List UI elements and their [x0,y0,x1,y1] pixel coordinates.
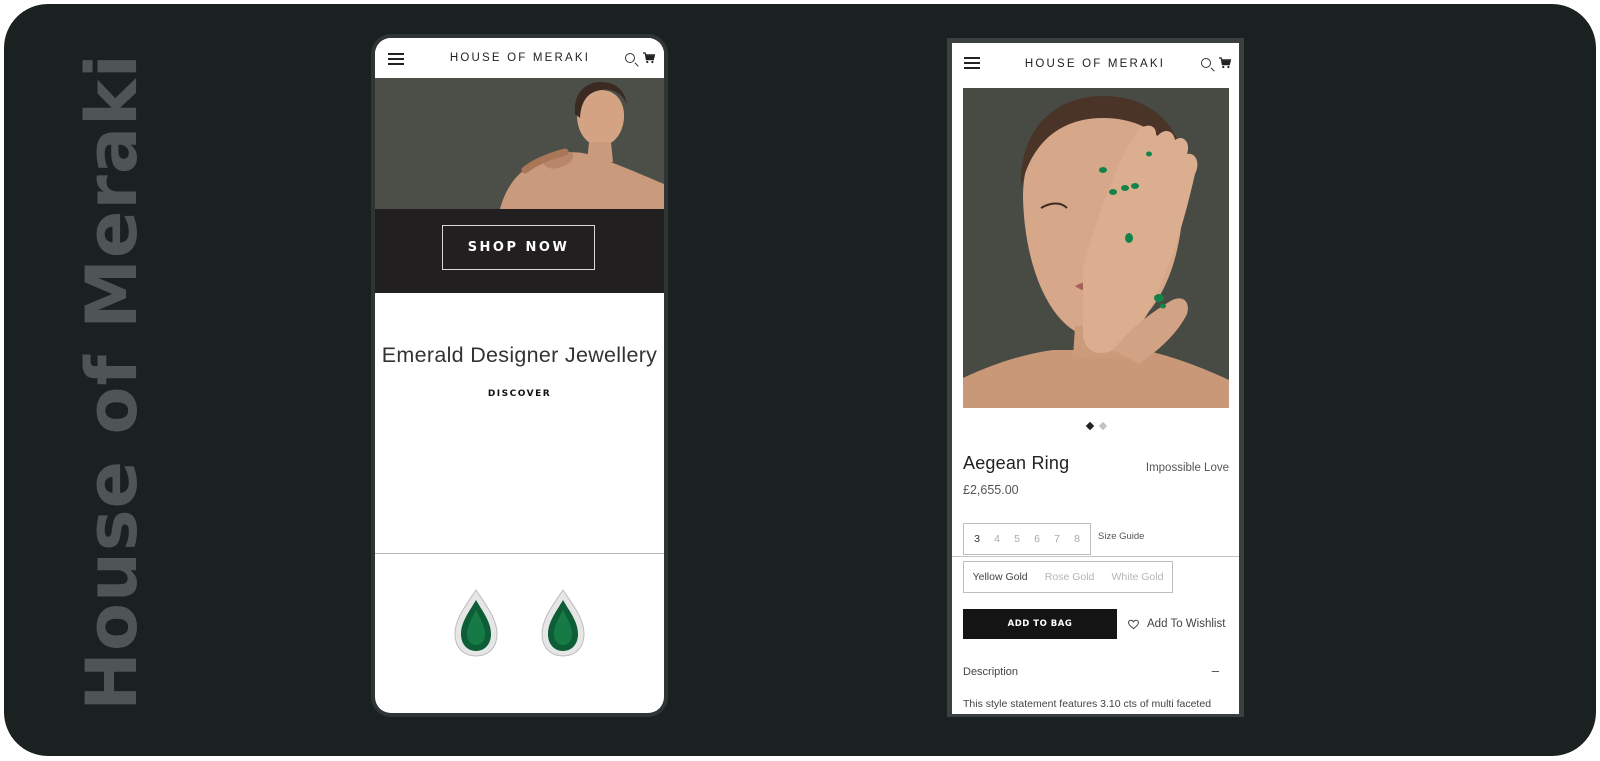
add-to-bag-button[interactable]: ADD TO BAG [963,609,1117,639]
add-to-wishlist-link[interactable]: Add To Wishlist [1128,618,1225,630]
product-name: Aegean Ring [963,453,1070,473]
description-heading[interactable]: Description [963,666,1018,678]
heart-icon [1128,619,1139,629]
site-header: HOUSE OF MERAKI [952,43,1239,83]
product-price: £2,655.00 [963,483,1019,497]
metal-option-rose-gold[interactable]: Rose Gold [1045,571,1095,583]
size-option-6[interactable]: 6 [1034,533,1040,545]
metal-option-yellow-gold[interactable]: Yellow Gold [973,571,1028,583]
search-icon[interactable] [1201,58,1211,68]
product-screen: HOUSE OF MERAKI Aegean Ring Impossible L… [952,43,1239,714]
size-option-4[interactable]: 4 [994,533,1000,545]
discover-link[interactable]: DISCOVER [375,389,664,399]
metal-selector: Yellow Gold Rose Gold White Gold [963,561,1173,593]
hero-model-image [375,78,664,209]
search-icon[interactable] [625,53,635,63]
hamburger-menu-icon[interactable] [388,53,404,65]
product-image[interactable] [963,88,1229,408]
size-selector: 3 4 5 6 7 8 [963,523,1091,555]
hamburger-menu-icon[interactable] [964,57,980,69]
options-divider [952,556,1239,557]
carousel-dots [1084,421,1114,431]
section-divider [375,553,664,554]
phone-home-mockup: HOUSE OF MERAKI SHOP NOW Emerald Designe… [371,34,668,717]
site-header: HOUSE OF MERAKI [375,38,664,78]
description-collapse-icon[interactable]: – [1212,663,1219,678]
cart-icon[interactable] [643,52,655,64]
size-option-3[interactable]: 3 [974,533,980,545]
phone-product-mockup: HOUSE OF MERAKI Aegean Ring Impossible L… [947,38,1244,717]
site-logo[interactable]: HOUSE OF MERAKI [1010,44,1180,84]
presentation-canvas: House of Meraki HOUSE OF MERAKI SHOP NOW… [4,4,1596,756]
shop-now-button[interactable]: SHOP NOW [442,225,595,270]
carousel-dot[interactable] [1098,421,1108,431]
carousel-dot-active[interactable] [1085,421,1095,431]
wishlist-label: Add To Wishlist [1147,618,1226,630]
description-text: This style statement features 3.10 cts o… [963,698,1212,710]
size-option-7[interactable]: 7 [1054,533,1060,545]
collection-link[interactable]: Impossible Love [1146,462,1229,474]
metal-option-white-gold[interactable]: White Gold [1112,571,1164,583]
emerald-earrings-image[interactable] [445,586,595,661]
section-heading: Emerald Designer Jewellery [381,343,658,367]
cart-icon[interactable] [1219,57,1231,69]
size-guide-link[interactable]: Size Guide [1098,531,1144,542]
size-option-5[interactable]: 5 [1014,533,1020,545]
site-logo[interactable]: HOUSE OF MERAKI [435,38,605,78]
hero-cta-band: SHOP NOW [375,209,664,293]
home-screen: HOUSE OF MERAKI SHOP NOW Emerald Designe… [375,38,664,713]
size-option-8[interactable]: 8 [1074,533,1080,545]
vertical-brand-title: House of Meraki [71,53,153,711]
